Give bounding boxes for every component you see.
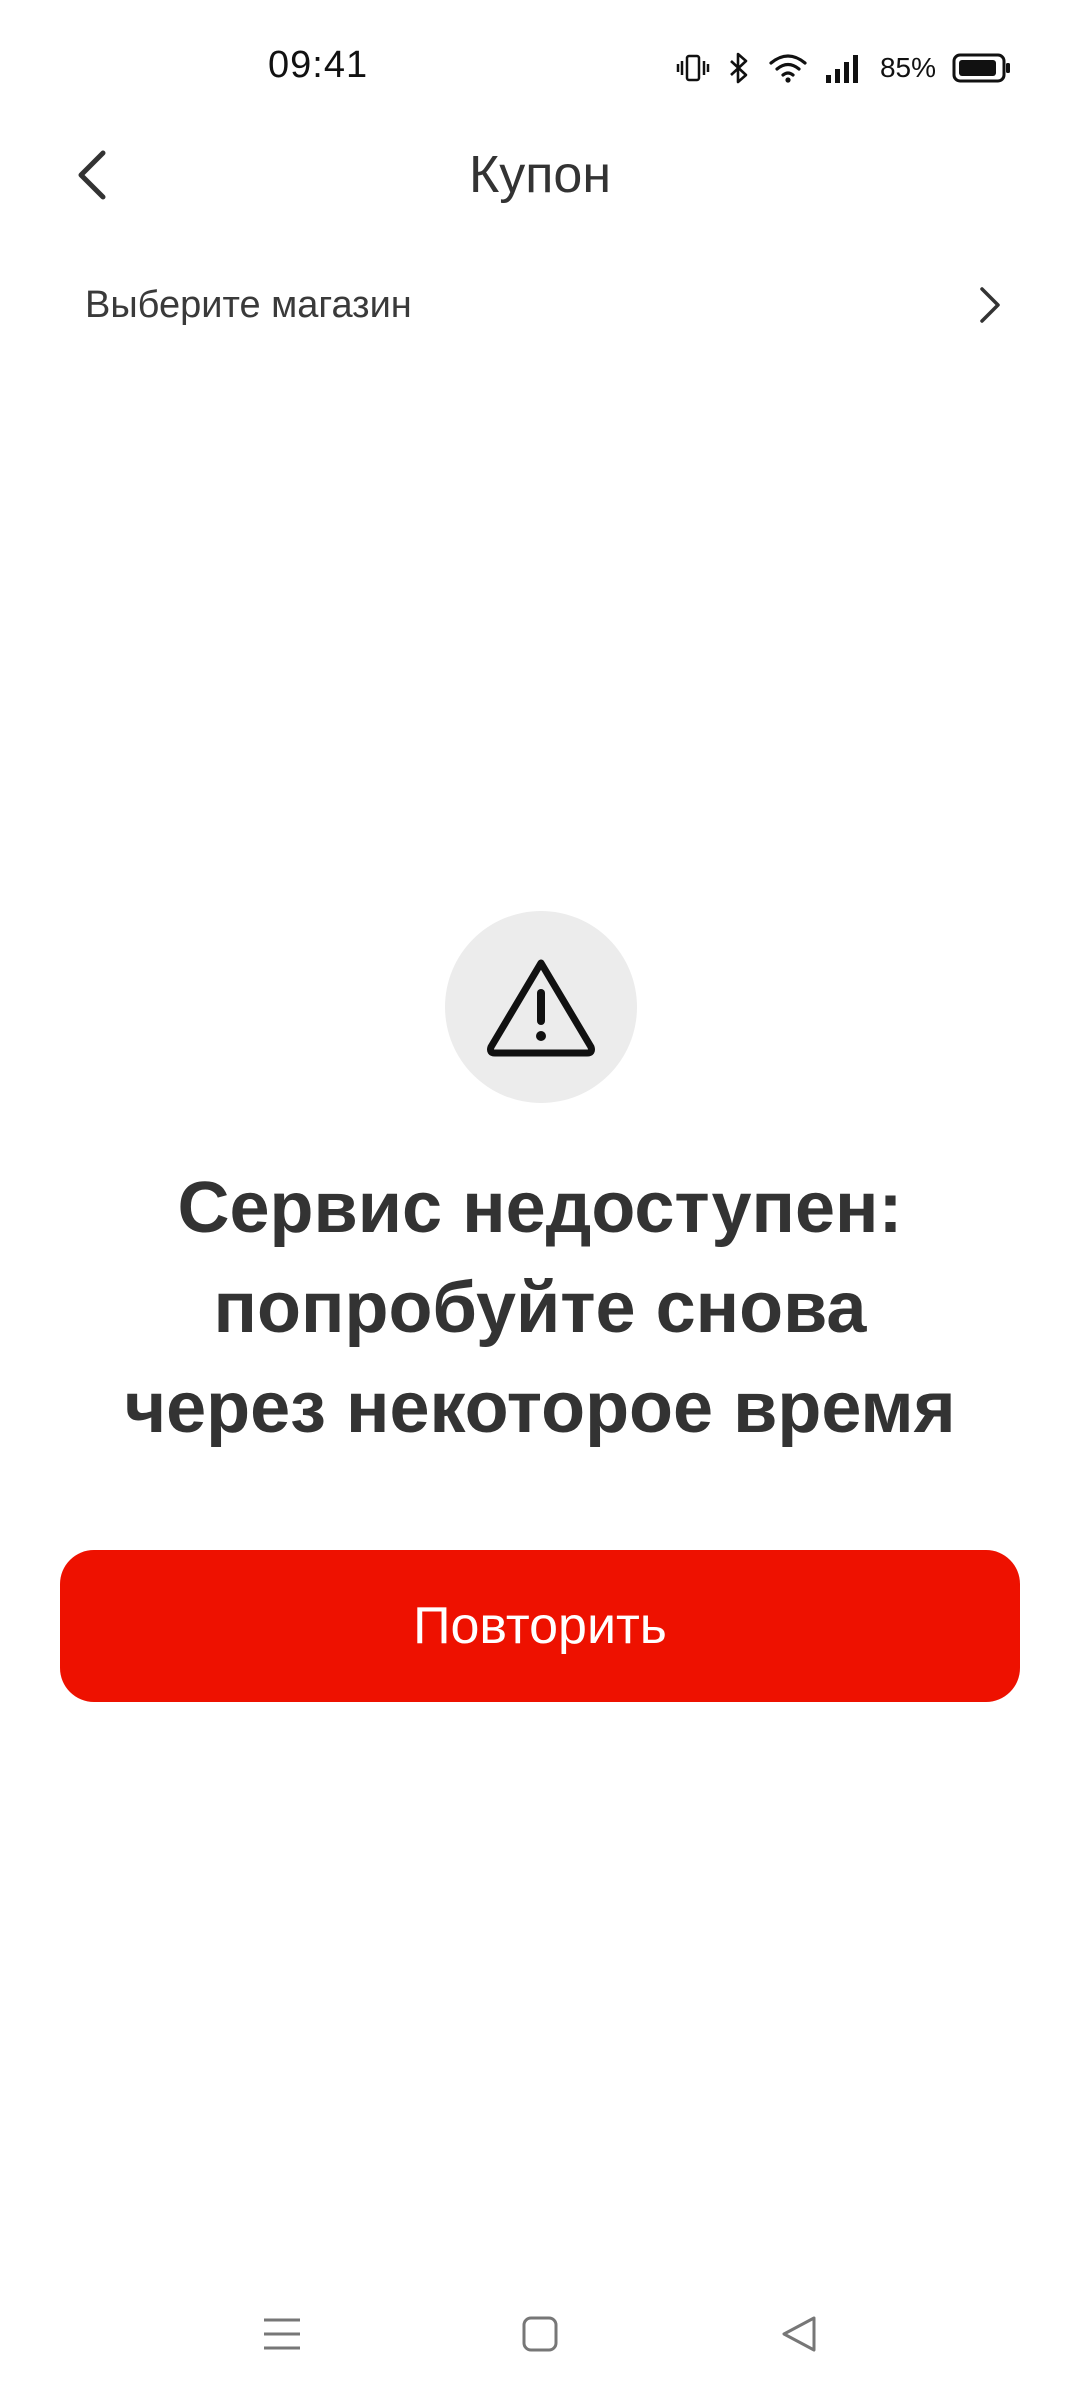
- error-message: Сервис недоступен: попробуйте снова чере…: [60, 1158, 1020, 1458]
- home-icon: [522, 2316, 558, 2352]
- error-message-line: попробуйте снова: [213, 1268, 867, 1348]
- nav-menu-button[interactable]: [252, 2304, 312, 2364]
- system-navigation-bar: [0, 2280, 1080, 2400]
- retry-button[interactable]: Повторить: [60, 1550, 1020, 1702]
- nav-back-button[interactable]: [770, 2304, 830, 2364]
- store-selector-label: Выберите магазин: [85, 284, 412, 326]
- nav-home-button[interactable]: [510, 2304, 570, 2364]
- back-icon: [782, 2316, 816, 2352]
- store-selector-row[interactable]: Выберите магазин: [0, 255, 1080, 355]
- status-icons: 85%: [676, 48, 1012, 88]
- chevron-right-icon: [980, 287, 1000, 323]
- bluetooth-icon: [730, 52, 748, 84]
- vibrate-icon: [676, 54, 710, 82]
- menu-icon: [264, 2318, 300, 2350]
- battery-percentage: 85%: [879, 52, 936, 83]
- top-app-bar: Купон: [0, 120, 1080, 230]
- status-time: 09:41: [268, 44, 369, 86]
- battery-icon: [952, 53, 1010, 83]
- signal-icon: [825, 55, 858, 83]
- status-bar: 09:41 85%: [0, 0, 1080, 140]
- warning-icon-badge: [445, 911, 637, 1103]
- wifi-icon: [769, 54, 807, 83]
- error-message-line: через некоторое время: [124, 1368, 956, 1448]
- error-message-line: Сервис недоступен:: [177, 1168, 903, 1248]
- warning-icon: [487, 959, 595, 1057]
- page-title: Купон: [468, 146, 612, 204]
